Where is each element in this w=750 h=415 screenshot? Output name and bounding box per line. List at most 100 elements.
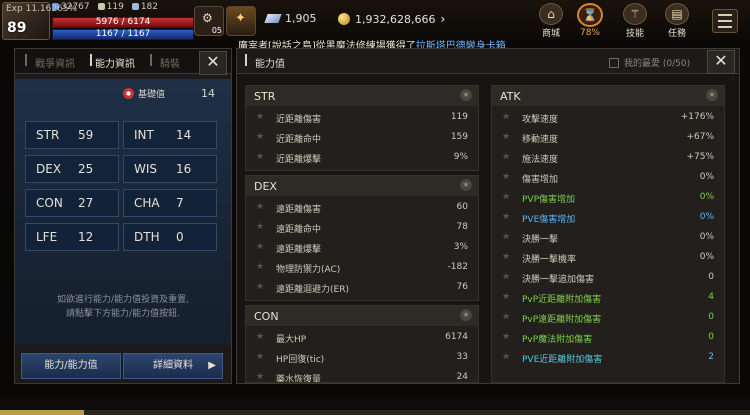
row-value: 0% — [699, 172, 714, 182]
stat-row: ★ 遠距離傷害 60 — [246, 198, 478, 218]
checkbox[interactable] — [609, 57, 619, 68]
menu-button[interactable] — [712, 9, 738, 33]
stat-row: ★ PvP近距離附加傷害 4 — [492, 288, 724, 308]
stat-row: ★ 近距離傷害 119 — [246, 108, 478, 128]
exp-label: Exp 11.16265% — [6, 4, 78, 14]
stat-key: WIS — [134, 162, 158, 176]
ability-button[interactable]: 能力/能力值 — [21, 353, 121, 379]
stat-key: STR — [36, 128, 60, 142]
star-icon[interactable]: ★ — [460, 179, 472, 191]
close-button[interactable]: ✕ — [199, 51, 227, 75]
star-icon[interactable]: ★ — [502, 332, 510, 342]
stat-area: 基礎值 14 STR 59 INT 14 DEX 25 WIS 16 CON 27 CHA… — [15, 79, 231, 345]
chevron-right-icon: › — [440, 12, 446, 26]
star-icon[interactable]: ★ — [502, 352, 510, 362]
gem-amount: 1,905 — [285, 12, 317, 25]
timer-button[interactable]: ⌛ 78% — [573, 3, 607, 39]
star-icon[interactable]: ★ — [256, 132, 264, 142]
star-icon[interactable]: ★ — [256, 372, 264, 382]
star-icon[interactable]: ★ — [256, 112, 264, 122]
tab-ability-info[interactable]: 能力資訊 — [95, 55, 135, 70]
hint-line-2: 請點擊下方能力/能力值按鈕. — [66, 309, 180, 319]
favorite-filter[interactable]: 我的最愛 (0/50) — [609, 56, 690, 69]
left-tabs: 戰爭資訊 能力資訊 騎裝 ✕ — [15, 49, 231, 75]
row-value: 60 — [456, 202, 468, 212]
close-button[interactable]: ✕ — [707, 50, 735, 74]
row-label: 近距離傷害 — [276, 115, 322, 125]
stat-3-value: 182 — [140, 2, 159, 12]
row-label: 決勝一擊機率 — [522, 255, 577, 265]
section-header: CON ★ — [246, 306, 478, 326]
stat-row: ★ 決勝一擊 0% — [492, 228, 724, 248]
stat-row: ★ 施法速度 +75% — [492, 148, 724, 168]
stat-row: ★ 藥水恢復量 24 — [246, 368, 478, 382]
row-label: 物理防禦力(AC) — [276, 265, 341, 275]
star-icon[interactable]: ★ — [502, 312, 510, 322]
tab-battle-info[interactable]: 戰爭資訊 — [35, 55, 75, 70]
star-icon[interactable]: ★ — [256, 262, 264, 272]
stat-value: 12 — [78, 230, 94, 244]
section-con: CON ★ ★ 最大HP 6174 ★ HP回復(tic) 33 ★ 藥水恢復量 24 — [245, 305, 479, 383]
star-icon[interactable]: ★ — [460, 309, 472, 321]
row-value: 0% — [699, 192, 714, 202]
star-icon[interactable]: ★ — [256, 222, 264, 232]
gold-amount: 1,932,628,666 — [355, 12, 436, 26]
quest-label: 任務 — [667, 29, 686, 39]
row-value: 3% — [453, 242, 468, 252]
ability-values-panel: 能力值 我的最愛 (0/50) ✕ STR ★ ★ 近距離傷害 119 ★ 近距離命中 1… — [236, 48, 740, 384]
quest-button[interactable]: ▤ 任務 — [660, 3, 694, 39]
badge-value: 14 — [201, 87, 215, 100]
star-icon[interactable]: ★ — [502, 152, 510, 162]
detail-label: 詳細資料 — [153, 360, 193, 371]
row-label: HP回復(tic) — [276, 355, 325, 365]
flame-badge-icon — [123, 88, 134, 99]
stat-value: 0 — [176, 230, 184, 244]
section-title: ATK — [500, 90, 521, 103]
row-value: +75% — [686, 152, 714, 162]
stat-row: ★ HP回復(tic) 33 — [246, 348, 478, 368]
star-icon[interactable]: ★ — [256, 202, 264, 212]
stat-row: ★ 移動速度 +67% — [492, 128, 724, 148]
row-label: 近距離命中 — [276, 135, 322, 145]
stat-row: ★ 物理防禦力(AC) -182 — [246, 258, 478, 278]
skill-button[interactable]: ⚚ 技能 — [618, 3, 652, 39]
star-icon[interactable]: ★ — [502, 272, 510, 282]
gem-currency[interactable]: 1,905 — [264, 12, 317, 25]
exp-bar — [0, 410, 750, 415]
star-icon[interactable]: ★ — [502, 172, 510, 182]
star-icon[interactable]: ★ — [256, 242, 264, 252]
exp-fill — [0, 410, 84, 415]
badge-label: 基礎值 — [138, 90, 166, 100]
star-icon[interactable]: ★ — [706, 89, 718, 101]
star-icon[interactable]: ★ — [502, 132, 510, 142]
star-icon[interactable]: ★ — [502, 192, 510, 202]
star-icon[interactable]: ★ — [502, 112, 510, 122]
star-icon[interactable]: ★ — [256, 332, 264, 342]
section-header: ATK ★ — [492, 86, 724, 106]
coin-icon — [338, 13, 350, 25]
star-icon[interactable]: ★ — [256, 282, 264, 292]
reset-hint: 如欲進行能力/能力值投資及重置, 請點擊下方能力/能力值按鈕. — [33, 293, 213, 321]
right-header: 能力值 我的最愛 (0/50) ✕ — [237, 49, 739, 74]
play-arrow-icon: ▶ — [208, 360, 216, 371]
stat-3: 182 — [131, 2, 159, 12]
shop-button[interactable]: ⌂ 商城 — [534, 3, 568, 39]
row-value: 24 — [456, 372, 468, 382]
event-slot[interactable]: ✦ — [226, 6, 256, 36]
slot-count: 05 — [211, 26, 222, 35]
tab-mount[interactable]: 騎裝 — [160, 55, 180, 70]
section-title: CON — [254, 310, 279, 323]
star-icon[interactable]: ★ — [460, 89, 472, 101]
buff-slot[interactable]: ⚙ 05 — [194, 6, 224, 36]
star-icon[interactable]: ★ — [502, 252, 510, 262]
stat-key: CHA — [134, 196, 160, 210]
star-icon[interactable]: ★ — [502, 212, 510, 222]
star-icon[interactable]: ★ — [502, 292, 510, 302]
detail-button[interactable]: 詳細資料 ▶ — [123, 353, 223, 379]
hp-bar: 5976 / 6174 — [52, 17, 194, 28]
stat-key: LFE — [36, 230, 58, 244]
gold-currency[interactable]: 1,932,628,666 › — [338, 12, 445, 26]
star-icon[interactable]: ★ — [502, 232, 510, 242]
star-icon[interactable]: ★ — [256, 352, 264, 362]
star-icon[interactable]: ★ — [256, 152, 264, 162]
